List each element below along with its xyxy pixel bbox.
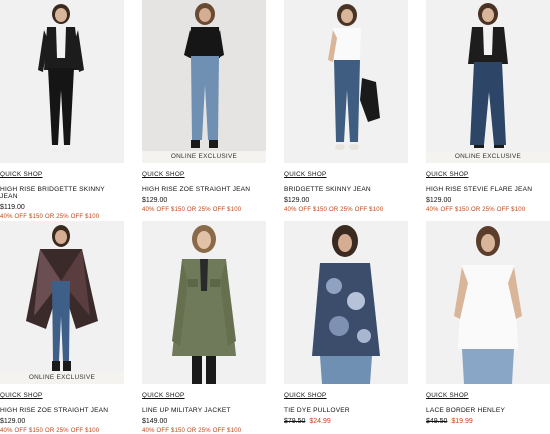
product-image[interactable]: ONLINE EXCLUSIVE — [0, 221, 124, 384]
product-card[interactable]: QUICK SHOP LACE BORDER HENLEY $49.50 $19… — [426, 221, 550, 425]
model-photo — [454, 226, 522, 384]
product-price: $79.50 $24.99 — [284, 418, 408, 425]
quick-shop-link[interactable]: QUICK SHOP — [426, 392, 469, 399]
model-photo — [468, 3, 508, 148]
model-photo — [172, 225, 236, 384]
promo-text: 40% OFF $150 OR 25% OFF $100 — [0, 214, 100, 220]
product-image[interactable]: ONLINE EXCLUSIVE — [142, 0, 266, 163]
model-photo — [312, 225, 380, 384]
online-exclusive-badge: ONLINE EXCLUSIVE — [0, 372, 124, 384]
quick-shop-link[interactable]: QUICK SHOP — [0, 392, 43, 399]
product-card[interactable]: ONLINE EXCLUSIVE QUICK SHOP HIGH RISE ST… — [426, 0, 550, 213]
product-name[interactable]: HIGH RISE BRIDGETTE SKINNY JEAN — [0, 186, 124, 200]
product-card[interactable]: QUICK SHOP HIGH RISE BRIDGETTE SKINNY JE… — [0, 0, 124, 220]
product-image[interactable] — [142, 221, 266, 384]
quick-shop-link[interactable]: QUICK SHOP — [284, 392, 327, 399]
quick-shop-link[interactable]: QUICK SHOP — [0, 171, 43, 178]
product-card[interactable]: QUICK SHOP TIE DYE PULLOVER $79.50 $24.9… — [284, 221, 408, 425]
product-price: $129.00 — [0, 418, 26, 425]
product-name[interactable]: LACE BORDER HENLEY — [426, 407, 550, 414]
promo-text: 40% OFF $150 OR 25% OFF $100 — [142, 207, 242, 213]
model-photo — [142, 0, 266, 163]
promo-text: 40% OFF $150 OR 25% OFF $100 — [426, 207, 526, 213]
promo-text: 40% OFF $150 OR 25% OFF $100 — [142, 428, 242, 434]
product-name[interactable]: BRIDGETTE SKINNY JEAN — [284, 186, 408, 193]
quick-shop-link[interactable]: QUICK SHOP — [284, 171, 327, 178]
product-name[interactable]: LINE UP MILITARY JACKET — [142, 407, 266, 414]
product-name[interactable]: HIGH RISE ZOE STRAIGHT JEAN — [142, 186, 266, 193]
sale-price: $19.99 — [451, 418, 473, 425]
promo-text: 40% OFF $150 OR 25% OFF $100 — [0, 428, 100, 434]
quick-shop-link[interactable]: QUICK SHOP — [142, 392, 185, 399]
product-grid: QUICK SHOP HIGH RISE BRIDGETTE SKINNY JE… — [0, 0, 550, 434]
product-name[interactable]: TIE DYE PULLOVER — [284, 407, 408, 414]
product-name[interactable]: HIGH RISE STEVIE FLARE JEAN — [426, 186, 550, 193]
product-price: $49.50 $19.99 — [426, 418, 550, 425]
product-price: $149.00 — [142, 418, 168, 425]
quick-shop-link[interactable]: QUICK SHOP — [426, 171, 469, 178]
online-exclusive-badge: ONLINE EXCLUSIVE — [426, 151, 550, 163]
product-card[interactable]: QUICK SHOP LINE UP MILITARY JACKET $149.… — [142, 221, 266, 434]
product-card[interactable]: ONLINE EXCLUSIVE QUICK SHOP HIGH RISE ZO… — [142, 0, 266, 213]
product-name[interactable]: HIGH RISE ZOE STRAIGHT JEAN — [0, 407, 124, 414]
model-photo — [26, 225, 98, 371]
model-photo — [38, 4, 84, 153]
quick-shop-link[interactable]: QUICK SHOP — [142, 171, 185, 178]
product-image[interactable] — [284, 0, 408, 163]
product-image[interactable] — [0, 0, 124, 163]
product-price: $129.00 — [142, 197, 168, 204]
product-price: $119.00 — [0, 204, 25, 211]
product-image[interactable] — [426, 221, 550, 384]
online-exclusive-badge: ONLINE EXCLUSIVE — [142, 151, 266, 163]
product-card[interactable]: QUICK SHOP BRIDGETTE SKINNY JEAN $129.00… — [284, 0, 408, 213]
product-price: $129.00 — [426, 197, 452, 204]
model-photo — [328, 4, 380, 150]
original-price: $79.50 — [284, 418, 306, 425]
product-price: $129.00 — [284, 197, 310, 204]
promo-text: 40% OFF $150 OR 25% OFF $100 — [284, 207, 384, 213]
original-price: $49.50 — [426, 418, 448, 425]
product-image[interactable]: ONLINE EXCLUSIVE — [426, 0, 550, 163]
product-image[interactable] — [284, 221, 408, 384]
product-card[interactable]: ONLINE EXCLUSIVE QUICK SHOP HIGH RISE ZO… — [0, 221, 124, 434]
sale-price: $24.99 — [309, 418, 331, 425]
